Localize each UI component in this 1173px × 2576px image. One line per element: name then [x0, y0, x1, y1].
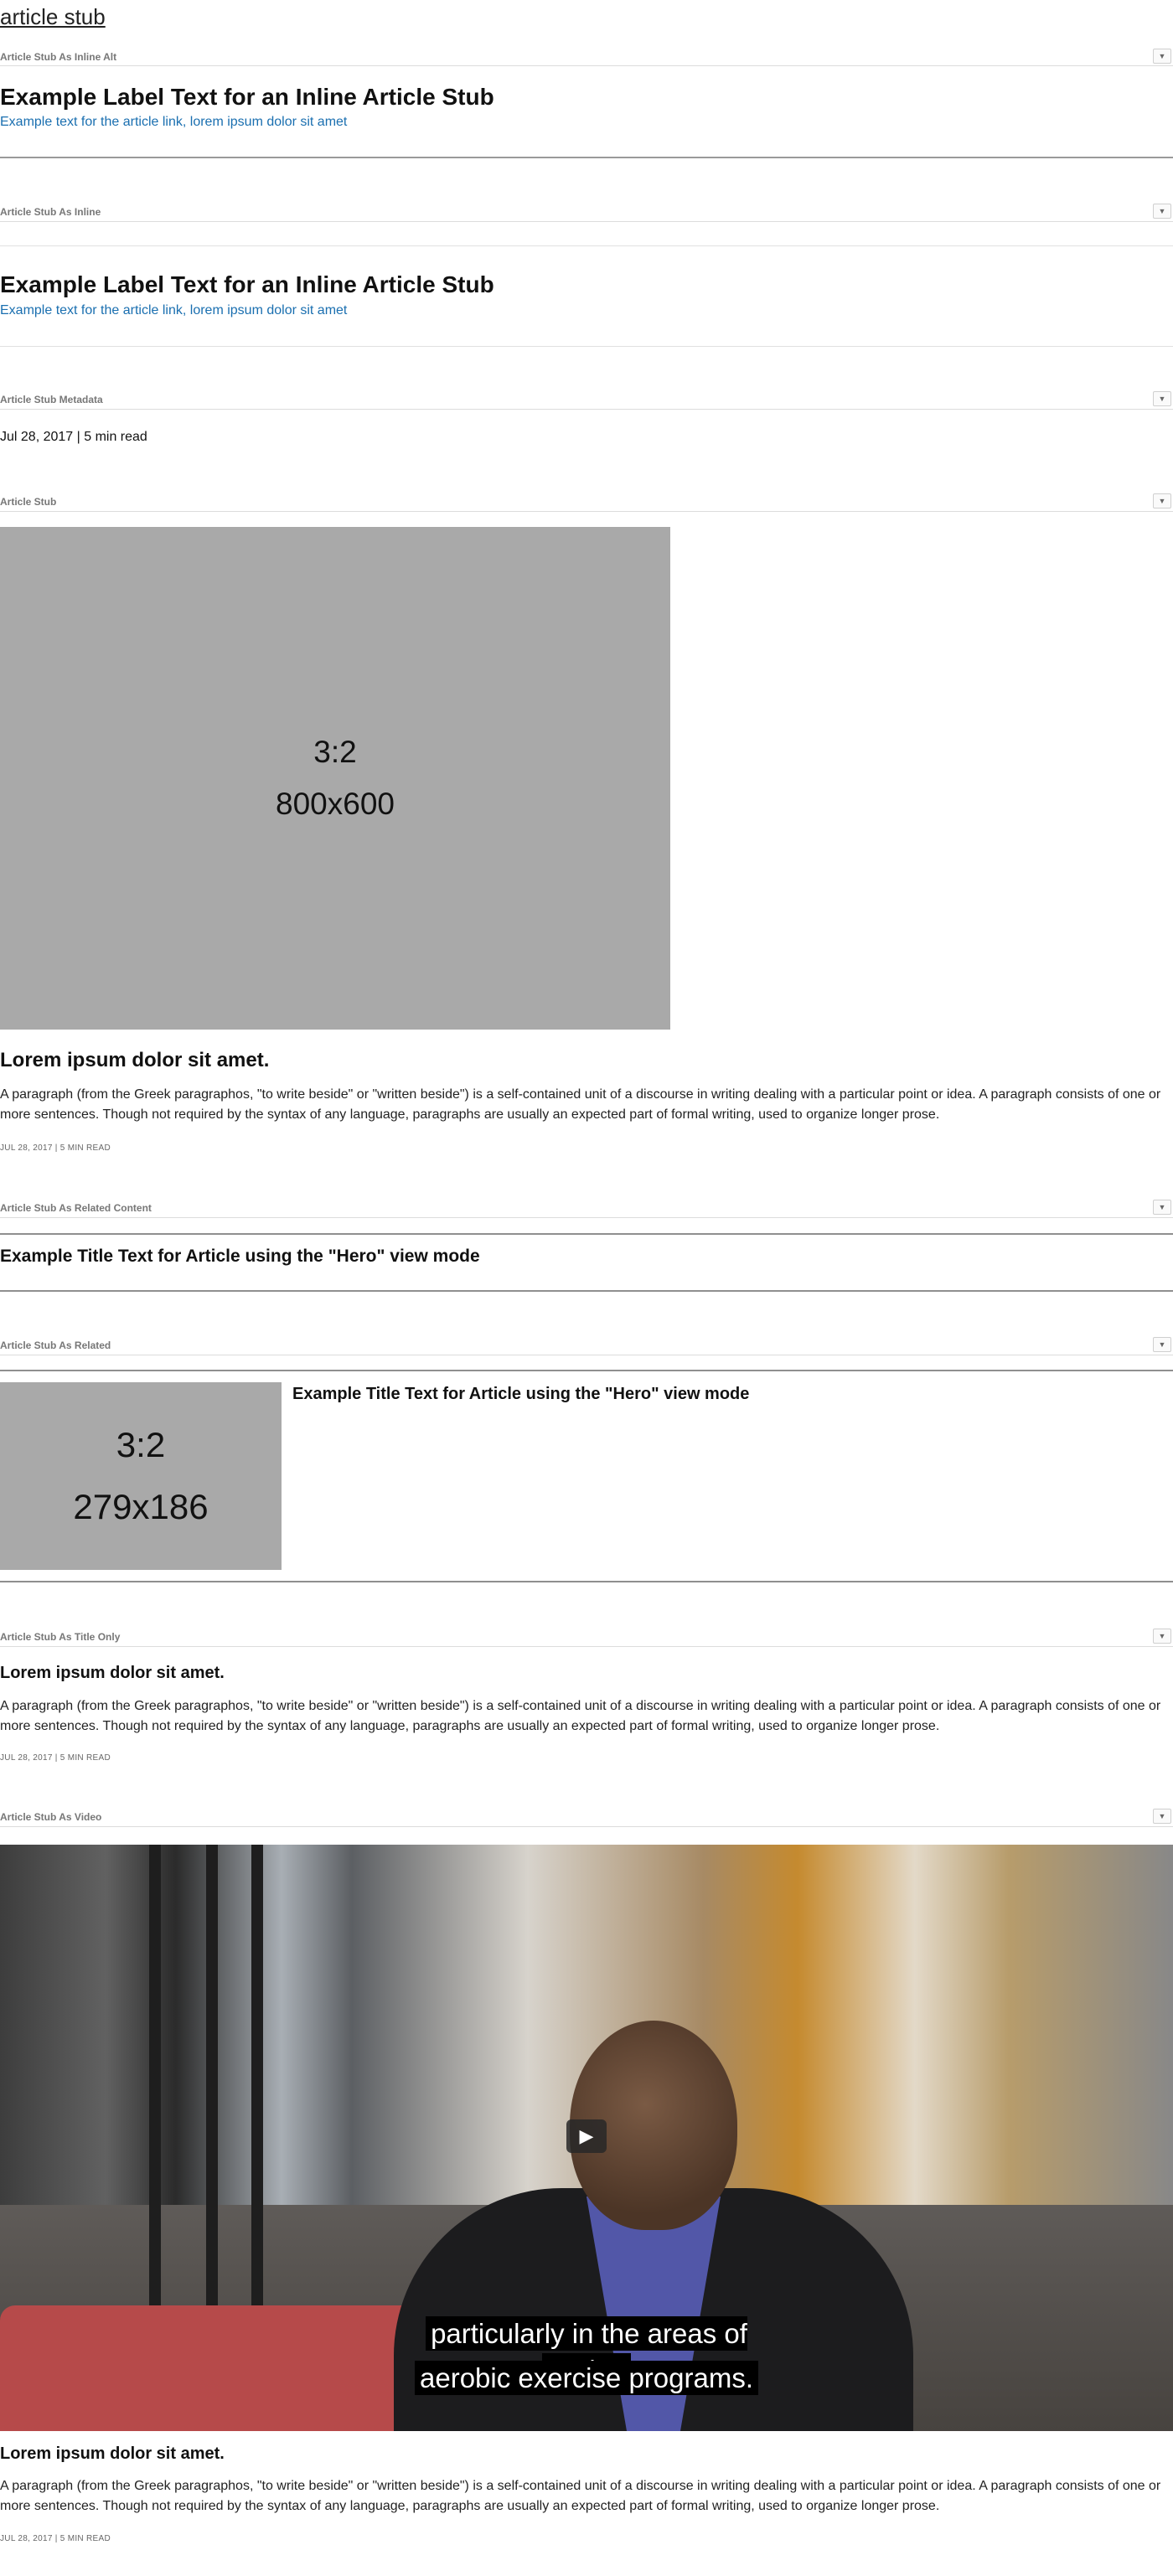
related-content-title[interactable]: Example Title Text for Article using the…	[0, 1246, 480, 1267]
chevron-down-icon: ▼	[1158, 1812, 1166, 1820]
section-divider	[0, 1826, 1173, 1827]
inline-alt-bottom-rule	[0, 157, 1173, 158]
inline-alt-link[interactable]: Example text for the article link, lorem…	[0, 114, 347, 131]
section-label-inline: Article Stub As Inline	[0, 206, 101, 218]
section-divider	[0, 221, 1173, 222]
video-scene-sofa	[0, 2305, 436, 2431]
section-toggle-related[interactable]: ▼	[1153, 1337, 1171, 1352]
section-toggle-related-content[interactable]: ▼	[1153, 1200, 1171, 1215]
section-divider	[0, 409, 1173, 410]
section-label-related-content: Article Stub As Related Content	[0, 1202, 152, 1214]
title-only-paragraph: A paragraph (from the Greek paragraphos,…	[0, 1699, 1161, 1733]
section-toggle-video[interactable]: ▼	[1153, 1809, 1171, 1824]
section-label-related: Article Stub As Related	[0, 1340, 111, 1351]
chevron-down-icon: ▼	[1158, 52, 1166, 60]
related-top-rule	[0, 1370, 1173, 1371]
inline-bottom-rule	[0, 346, 1173, 347]
related-content-top-rule	[0, 1233, 1173, 1235]
video-paragraph: A paragraph (from the Greek paragraphos,…	[0, 2479, 1161, 2513]
related-image-placeholder[interactable]: 3:2 279x186	[0, 1382, 282, 1570]
section-label-inline-alt: Article Stub As Inline Alt	[0, 51, 117, 63]
image-ratio-label: 3:2	[116, 1425, 166, 1464]
section-divider	[0, 65, 1173, 66]
section-label-metadata: Article Stub Metadata	[0, 394, 103, 405]
chevron-down-icon: ▼	[1158, 497, 1166, 505]
chevron-down-icon: ▼	[1158, 1203, 1166, 1211]
title-only-meta: JUL 28, 2017 | 5 MIN READ	[0, 1753, 111, 1763]
video-play-button[interactable]: ▶	[566, 2119, 607, 2153]
related-title[interactable]: Example Title Text for Article using the…	[292, 1383, 749, 1405]
related-content-bottom-rule	[0, 1290, 1173, 1292]
inline-alt-title: Example Label Text for an Inline Article…	[0, 84, 494, 110]
page-title[interactable]: article stub	[0, 2, 106, 32]
article-title[interactable]: Lorem ipsum dolor sit amet.	[0, 1048, 269, 1073]
inline-link[interactable]: Example text for the article link, lorem…	[0, 302, 347, 319]
video-title[interactable]: Lorem ipsum dolor sit amet.	[0, 2441, 225, 2466]
chevron-down-icon: ▼	[1158, 1632, 1166, 1640]
inline-top-rule	[0, 245, 1173, 246]
article-paragraph: A paragraph (from the Greek paragraphos,…	[0, 1087, 1161, 1122]
section-toggle-title-only[interactable]: ▼	[1153, 1629, 1171, 1644]
section-label-title-only: Article Stub As Title Only	[0, 1631, 121, 1643]
image-size-label: 800x600	[276, 787, 395, 821]
section-toggle-inline-alt[interactable]: ▼	[1153, 49, 1171, 64]
section-divider	[0, 1217, 1173, 1218]
title-only-title[interactable]: Lorem ipsum dolor sit amet.	[0, 1660, 225, 1685]
related-bottom-rule	[0, 1581, 1173, 1582]
play-icon: ▶	[579, 2125, 594, 2146]
chevron-down-icon: ▼	[1158, 207, 1166, 215]
video-meta: JUL 28, 2017 | 5 MIN READ	[0, 2534, 111, 2543]
article-image-placeholder[interactable]: 3:2 800x600	[0, 527, 670, 1030]
section-toggle-metadata[interactable]: ▼	[1153, 391, 1171, 406]
section-divider	[0, 511, 1173, 512]
video-caption-line-2: aerobic exercise programs.	[385, 2360, 788, 2397]
image-size-label: 279x186	[73, 1487, 209, 1526]
inline-title: Example Label Text for an Inline Article…	[0, 271, 494, 297]
section-toggle-inline[interactable]: ▼	[1153, 204, 1171, 219]
section-toggle-stub[interactable]: ▼	[1153, 493, 1171, 508]
article-meta: JUL 28, 2017 | 5 MIN READ	[0, 1143, 111, 1153]
section-label-video: Article Stub As Video	[0, 1811, 102, 1823]
article-metadata: Jul 28, 2017 | 5 min read	[0, 430, 147, 444]
section-divider	[0, 1646, 1173, 1647]
section-label-stub: Article Stub	[0, 496, 57, 508]
image-ratio-label: 3:2	[313, 735, 357, 769]
chevron-down-icon: ▼	[1158, 1340, 1166, 1349]
chevron-down-icon: ▼	[1158, 395, 1166, 403]
